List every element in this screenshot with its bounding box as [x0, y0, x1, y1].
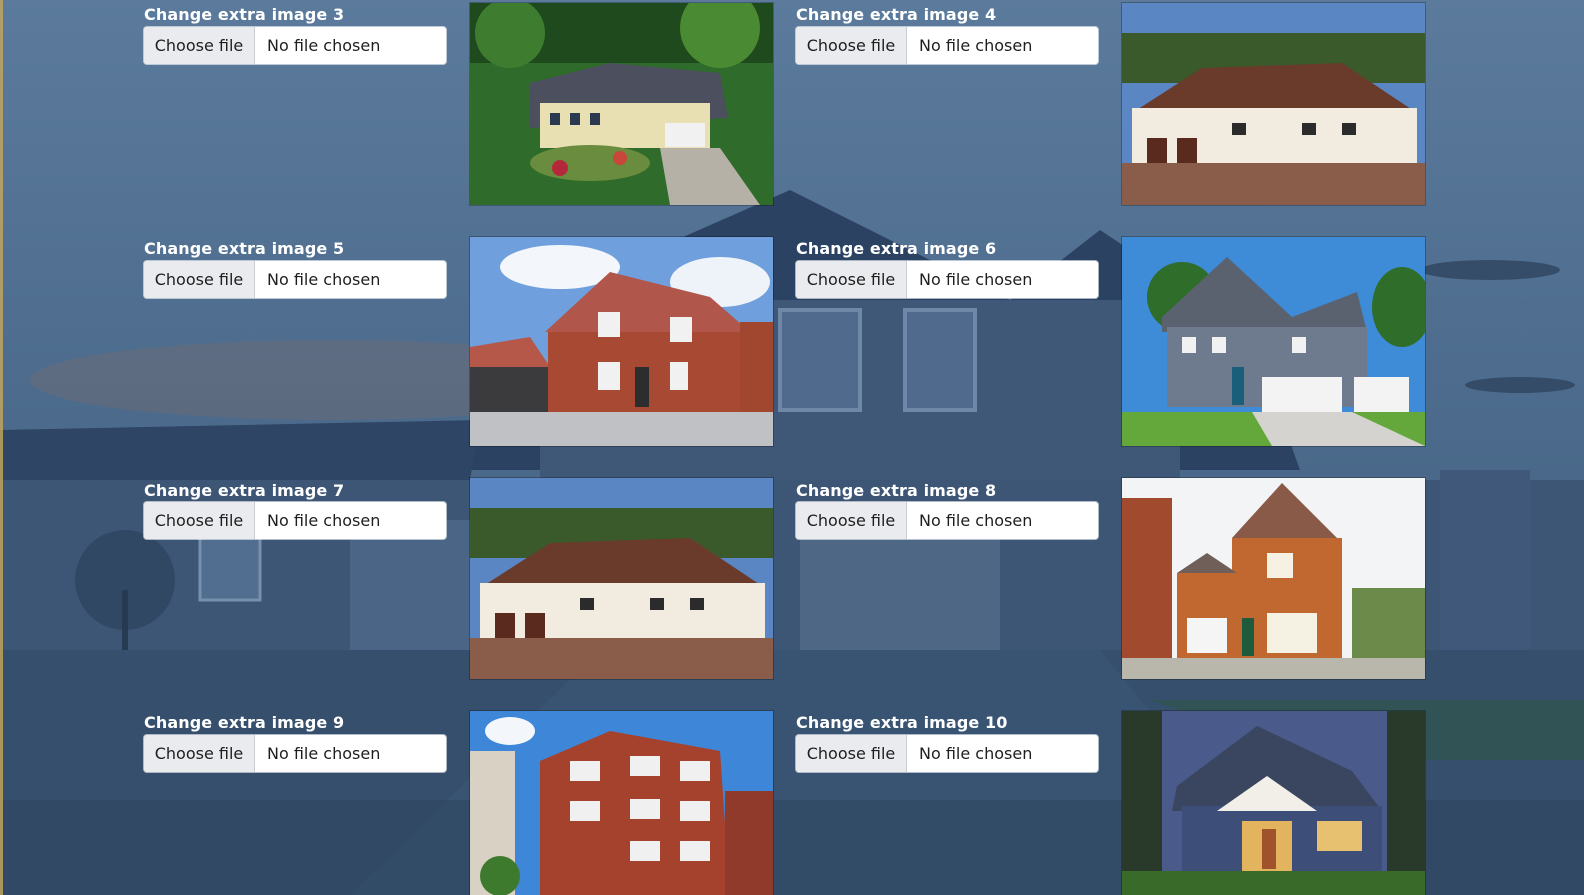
file-input[interactable]: Choose file No file chosen: [144, 261, 446, 298]
slot-label: Change extra image 7: [144, 481, 345, 500]
image-preview: [1122, 3, 1425, 205]
file-input[interactable]: Choose file No file chosen: [796, 735, 1098, 772]
image-preview: [470, 3, 773, 205]
choose-file-button[interactable]: Choose file: [144, 27, 255, 64]
tudor-house-image: [1122, 3, 1425, 205]
file-status: No file chosen: [267, 270, 381, 289]
choose-file-button[interactable]: Choose file: [796, 27, 907, 64]
file-input[interactable]: Choose file No file chosen: [796, 261, 1098, 298]
choose-file-button[interactable]: Choose file: [144, 502, 255, 539]
file-status: No file chosen: [267, 36, 381, 55]
image-preview: [1122, 478, 1425, 679]
image-preview: [470, 478, 773, 679]
image-preview: [1122, 711, 1425, 895]
choose-file-button[interactable]: Choose file: [144, 261, 255, 298]
slot-label: Change extra image 6: [796, 239, 997, 258]
apartment-building-image: [470, 711, 773, 895]
file-status: No file chosen: [267, 744, 381, 763]
slot-label: Change extra image 3: [144, 5, 345, 24]
slot-label: Change extra image 8: [796, 481, 997, 500]
choose-file-button[interactable]: Choose file: [796, 261, 907, 298]
choose-file-button[interactable]: Choose file: [796, 502, 907, 539]
file-status: No file chosen: [919, 744, 1033, 763]
file-input[interactable]: Choose file No file chosen: [144, 27, 446, 64]
slot-label: Change extra image 4: [796, 5, 997, 24]
file-status: No file chosen: [919, 511, 1033, 530]
slot-label: Change extra image 5: [144, 239, 345, 258]
tudor-house-image: [470, 478, 773, 679]
file-input[interactable]: Choose file No file chosen: [796, 27, 1098, 64]
choose-file-button[interactable]: Choose file: [796, 735, 907, 772]
choose-file-button[interactable]: Choose file: [144, 735, 255, 772]
slot-label: Change extra image 9: [144, 713, 345, 732]
orange-brick-house-image: [1122, 478, 1425, 679]
file-status: No file chosen: [919, 270, 1033, 289]
image-preview: [470, 237, 773, 446]
file-input[interactable]: Choose file No file chosen: [144, 735, 446, 772]
file-input[interactable]: Choose file No file chosen: [796, 502, 1098, 539]
image-preview: [1122, 237, 1425, 446]
file-status: No file chosen: [267, 511, 381, 530]
brick-house-image: [470, 237, 773, 446]
file-status: No file chosen: [919, 36, 1033, 55]
craftsman-house-image: [1122, 711, 1425, 895]
image-preview: [470, 711, 773, 895]
aerial-house-image: [470, 3, 773, 205]
file-input[interactable]: Choose file No file chosen: [144, 502, 446, 539]
slot-label: Change extra image 10: [796, 713, 1008, 732]
gray-house-image: [1122, 237, 1425, 446]
